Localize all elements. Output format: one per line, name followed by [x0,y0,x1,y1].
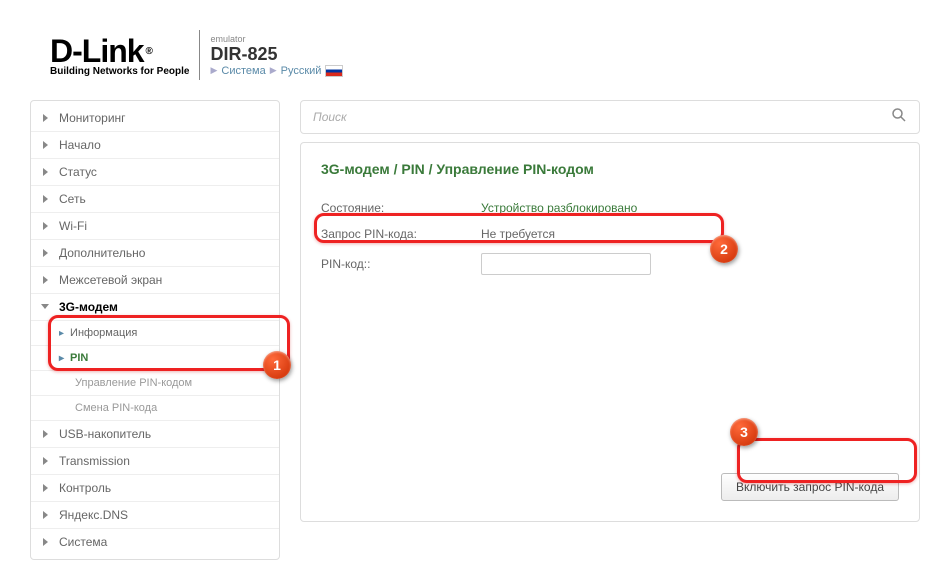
page-breadcrumb: 3G-модем / PIN / Управление PIN-кодом [321,161,899,177]
chevron-down-icon [41,302,51,312]
sidebar-item-label: Статус [59,165,97,179]
app-header: D-Link® Building Networks for People emu… [0,0,950,90]
pincode-label: PIN-код:: [321,257,481,271]
chevron-right-icon [41,275,51,285]
sidebar-item-label: Система [59,535,107,549]
sidebar-item-label: Управление PIN-кодом [75,377,192,389]
chevron-right-icon [41,140,51,150]
sidebar-item-label: USB-накопитель [59,427,151,441]
sidebar-item-yandex-dns[interactable]: Яндекс.DNS [31,502,279,529]
chevron-right-icon: ▶ [270,65,277,76]
chevron-right-icon [41,221,51,231]
sidebar-item-pin[interactable]: PIN [31,346,279,371]
sidebar-item-label: PIN [70,352,88,364]
brand-tagline: Building Networks for People [50,66,189,77]
sidebar-item-advanced[interactable]: Дополнительно [31,240,279,267]
sidebar-item-label: Дополнительно [59,246,145,260]
sidebar-item-system[interactable]: Система [31,529,279,555]
sidebar-item-label: Сеть [59,192,86,206]
model-block: emulator DIR-825 ▶ Система ▶ Русский [210,34,343,77]
sidebar-item-label: Яндекс.DNS [59,508,128,522]
sidebar-item-wifi[interactable]: Wi-Fi [31,213,279,240]
sidebar-item-start[interactable]: Начало [31,132,279,159]
crumb-language[interactable]: Русский [281,65,322,77]
sidebar-item-label: Мониторинг [59,111,126,125]
main-area: Поиск 3G-модем / PIN / Управление PIN-ко… [300,100,920,560]
chevron-right-icon [41,429,51,439]
sidebar-item-label: Wi-Fi [59,219,87,233]
crumb-system[interactable]: Система [221,65,265,77]
row-pincode: PIN-код:: [321,247,899,281]
registered-icon: ® [146,46,152,57]
brand-logo-text: D-Link [50,33,144,70]
sidebar-item-status[interactable]: Статус [31,159,279,186]
sidebar-item-usb[interactable]: USB-накопитель [31,421,279,448]
sidebar-item-transmission[interactable]: Transmission [31,448,279,475]
sidebar-item-label: Межсетевой экран [59,273,162,287]
chevron-right-icon [41,456,51,466]
chevron-right-icon: ▶ [210,65,217,76]
pinreq-label: Запрос PIN-кода: [321,227,481,241]
chevron-right-icon [41,167,51,177]
sidebar-item-label: Начало [59,138,101,152]
pincode-input[interactable] [481,253,651,275]
sidebar-item-label: Transmission [59,454,130,468]
header-divider [199,30,200,80]
chevron-right-icon [41,510,51,520]
chevron-right-icon [41,194,51,204]
logo-block: D-Link® Building Networks for People [50,33,189,77]
sidebar-item-firewall[interactable]: Межсетевой экран [31,267,279,294]
sidebar-item-label: Контроль [59,481,111,495]
search-bar[interactable]: Поиск [300,100,920,134]
brand-logo: D-Link® [50,33,189,70]
sidebar-item-label: Смена PIN-кода [75,402,157,414]
sidebar-item-3g-modem[interactable]: 3G-модем [31,294,279,321]
chevron-right-icon [41,113,51,123]
emulator-label: emulator [210,34,343,44]
sidebar-item-info[interactable]: Информация [31,321,279,346]
sidebar-item-pin-change[interactable]: Смена PIN-кода [31,396,279,421]
row-pinreq: Запрос PIN-кода: Не требуется [321,221,899,247]
sidebar-item-label: 3G-модем [59,300,118,314]
sidebar: Мониторинг Начало Статус Сеть Wi-Fi Допо… [30,100,280,560]
state-label: Состояние: [321,201,481,215]
content-panel: 3G-модем / PIN / Управление PIN-кодом Со… [300,142,920,522]
pinreq-value: Не требуется [481,227,555,241]
search-icon[interactable] [891,107,907,128]
sidebar-item-pin-manage[interactable]: Управление PIN-кодом [31,371,279,396]
model-name: DIR-825 [210,44,343,65]
chevron-right-icon [41,248,51,258]
enable-pin-request-button[interactable]: Включить запрос PIN-кода [721,473,899,501]
row-state: Состояние: Устройство разблокировано [321,195,899,221]
header-crumbs: ▶ Система ▶ Русский [210,65,343,77]
sidebar-item-network[interactable]: Сеть [31,186,279,213]
sidebar-item-control[interactable]: Контроль [31,475,279,502]
chevron-right-icon [41,483,51,493]
chevron-right-icon [41,537,51,547]
sidebar-item-monitoring[interactable]: Мониторинг [31,105,279,132]
search-placeholder: Поиск [313,110,347,124]
sidebar-item-label: Информация [70,327,137,339]
state-value: Устройство разблокировано [481,201,637,215]
flag-ru-icon [325,65,343,77]
